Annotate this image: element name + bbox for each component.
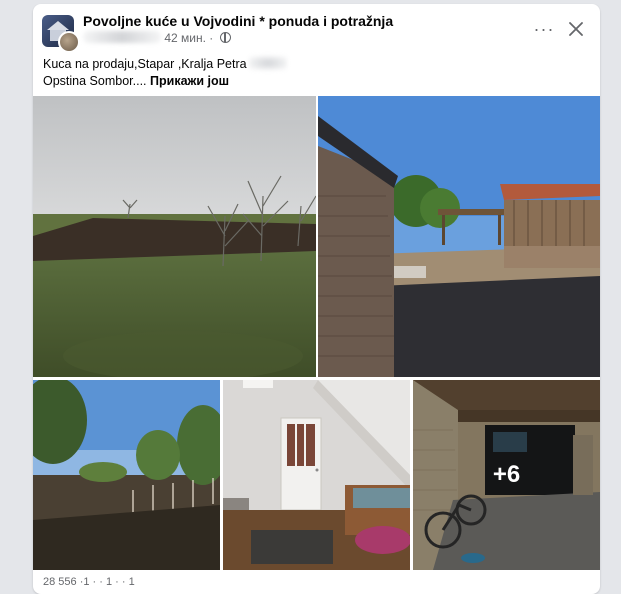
photo-field[interactable] bbox=[33, 96, 316, 377]
photo-interior[interactable] bbox=[223, 380, 410, 570]
close-button[interactable] bbox=[563, 16, 589, 42]
more-photos-count: +6 bbox=[492, 461, 521, 488]
author-name-blurred[interactable] bbox=[83, 31, 161, 43]
photo-garden[interactable] bbox=[33, 380, 220, 570]
globe-icon bbox=[219, 32, 231, 43]
post-text: Kuca na prodaju,Stapar ,Kralja Petra Ops… bbox=[43, 56, 583, 90]
close-icon bbox=[569, 22, 583, 36]
post-text-line2: Opstina Sombor.... bbox=[43, 74, 147, 88]
more-options-button[interactable]: ··· bbox=[532, 17, 556, 41]
see-more-link[interactable]: Прикажи још bbox=[150, 74, 229, 88]
photo-yard[interactable] bbox=[318, 96, 600, 377]
post-text-line1: Kuca na prodaju,Stapar ,Kralja Petra bbox=[43, 57, 247, 71]
post-card: Povoljne kuće u Vojvodini * ponuda i pot… bbox=[33, 4, 600, 594]
group-name-link[interactable]: Povoljne kuće u Vojvodini * ponuda i pot… bbox=[83, 13, 393, 29]
more-horizontal-icon: ··· bbox=[533, 18, 555, 39]
redacted-text bbox=[248, 56, 287, 70]
photo-garage[interactable]: +6 bbox=[413, 380, 600, 570]
post-time[interactable]: 42 мин. · bbox=[164, 31, 213, 45]
post-meta: 42 мин. · bbox=[83, 31, 231, 47]
post-header: Povoljne kuće u Vojvodini * ponuda i pot… bbox=[33, 4, 600, 54]
post-stats-partial: 28 556 ·1 · · 1 · · 1 bbox=[43, 576, 135, 588]
more-photos-overlay[interactable]: +6 bbox=[413, 380, 600, 570]
author-avatar[interactable] bbox=[58, 31, 80, 53]
